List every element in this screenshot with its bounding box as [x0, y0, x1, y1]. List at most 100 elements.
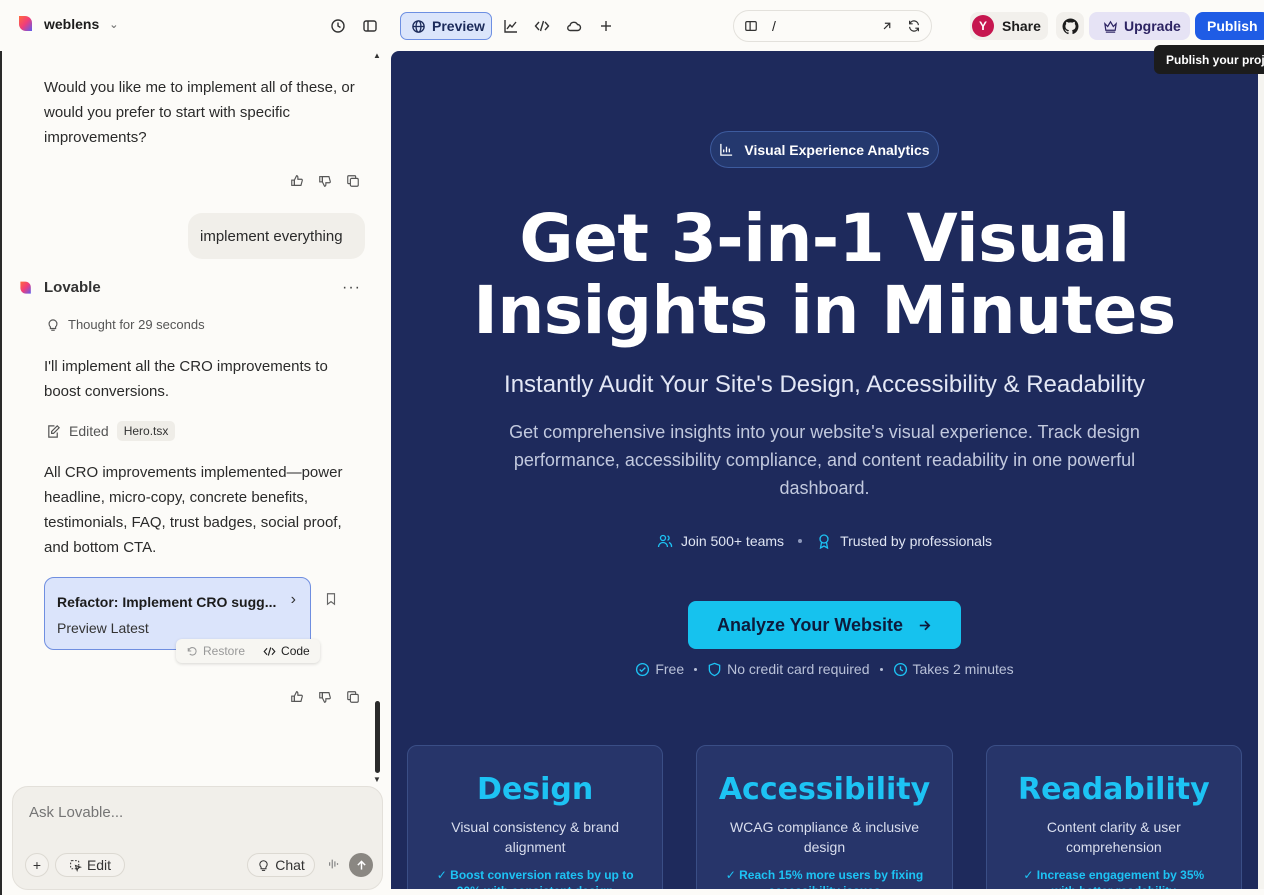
version-actions-popover: Restore Code	[176, 639, 320, 663]
thumbs-down-icon[interactable]	[318, 690, 332, 704]
trust-free-label: Free	[655, 661, 685, 677]
restore-button[interactable]: Restore	[176, 644, 245, 658]
thumbs-up-icon[interactable]	[290, 174, 304, 188]
thought-label: Thought for 29 seconds	[68, 317, 205, 332]
analytics-icon[interactable]	[497, 12, 525, 40]
lightbulb-icon	[259, 859, 268, 871]
copy-icon[interactable]	[346, 690, 360, 704]
feature-card-desc: Content clarity & user comprehension	[1046, 819, 1181, 855]
top-bar: weblens ⌄ Preview / Y Share Upgrade Publ	[0, 0, 1264, 74]
cloud-icon[interactable]	[560, 12, 588, 40]
assistant-author: Lovable	[18, 279, 101, 296]
code-view-icon[interactable]	[528, 12, 556, 40]
url-path[interactable]: /	[772, 18, 880, 34]
github-icon[interactable]	[1056, 12, 1084, 40]
code-button[interactable]: Code	[245, 644, 310, 658]
assistant-name: Lovable	[44, 279, 101, 296]
assistant-message: Would you like me to implement all of th…	[44, 79, 355, 146]
history-icon[interactable]	[324, 12, 352, 40]
device-icon[interactable]	[744, 19, 758, 33]
lightbulb-icon	[48, 318, 58, 331]
users-icon	[657, 534, 673, 548]
chat-mode-button[interactable]: Chat	[247, 853, 315, 877]
user-message: implement everything	[188, 213, 365, 259]
url-bar[interactable]: /	[733, 10, 932, 42]
share-button[interactable]: Y Share	[970, 12, 1048, 40]
refresh-icon[interactable]	[907, 19, 921, 33]
chat-panel: Would you like me to implement all of th…	[0, 51, 390, 895]
microphone-icon[interactable]	[327, 857, 341, 874]
thumbs-up-icon[interactable]	[290, 690, 304, 704]
feature-card-benefit: ✓ Reach 15% more users by fixing accessi…	[725, 868, 924, 889]
edit-label: Edit	[86, 857, 112, 873]
trust-row: Free No credit card required Takes 2 min…	[391, 661, 1258, 677]
feature-card: Accessibility WCAG compliance & inclusiv…	[696, 745, 953, 889]
feature-card-benefit: ✓ Boost conversion rates by up to 30% wi…	[436, 868, 634, 889]
thought-indicator[interactable]: Thought for 29 seconds	[46, 317, 205, 332]
social-teams: Join 500+ teams	[657, 533, 784, 549]
edited-indicator[interactable]: Edited Hero.tsx	[46, 421, 176, 441]
analyze-website-button[interactable]: Analyze Your Website	[688, 601, 961, 649]
chat-scrollbar[interactable]	[375, 701, 380, 773]
more-options-icon[interactable]: ···	[342, 279, 361, 297]
social-proof: Join 500+ teams Trusted by professionals	[391, 533, 1258, 549]
separator-dot	[798, 539, 803, 543]
chevron-right-icon: ›	[290, 591, 296, 608]
project-switcher[interactable]: weblens ⌄	[16, 14, 118, 34]
social-teams-label: Join 500+ teams	[680, 533, 785, 549]
upgrade-button[interactable]: Upgrade	[1089, 12, 1190, 40]
preview-scrollbar[interactable]	[1258, 51, 1264, 889]
file-chip[interactable]: Hero.tsx	[116, 421, 176, 441]
avatar[interactable]: Y	[972, 15, 994, 37]
share-label: Share	[1002, 18, 1041, 34]
arrow-up-icon	[356, 859, 366, 870]
code-icon	[263, 646, 276, 656]
arrow-right-icon	[919, 620, 931, 630]
thumbs-down-icon[interactable]	[318, 174, 332, 188]
add-icon[interactable]	[592, 12, 620, 40]
sidebar-toggle-icon[interactable]	[356, 12, 384, 40]
hero-headline-line2: Insights in Minutes	[473, 272, 1176, 349]
code-label: Code	[281, 644, 310, 658]
send-button[interactable]	[349, 853, 373, 877]
check-circle-icon	[636, 662, 650, 676]
trust-free: Free	[635, 661, 684, 677]
hero-description: Get comprehensive insights into your web…	[509, 422, 1140, 498]
shield-icon	[708, 662, 721, 676]
chevron-down-icon: ⌄	[109, 18, 119, 31]
open-external-icon[interactable]	[880, 20, 893, 33]
scroll-up-arrow[interactable]: ▲	[373, 51, 381, 60]
trust-time-label: Takes 2 minutes	[912, 661, 1014, 677]
preview-label: Preview	[432, 18, 485, 34]
hero-badge: Visual Experience Analytics	[710, 131, 939, 168]
edited-label: Edited	[69, 423, 109, 439]
preview-tab-button[interactable]: Preview	[400, 12, 492, 40]
trust-no-card-label: No credit card required	[727, 661, 870, 677]
chat-label: Chat	[275, 857, 305, 873]
chat-input[interactable]	[29, 804, 329, 821]
message-actions	[290, 690, 360, 704]
publish-label: Publish	[1207, 18, 1258, 34]
bookmark-icon[interactable]	[324, 592, 338, 611]
copy-icon[interactable]	[346, 174, 360, 188]
trust-no-card: No credit card required	[707, 661, 870, 677]
hero-headline-line1: Get 3-in-1 Visual	[519, 200, 1130, 277]
clock-icon	[893, 662, 907, 676]
scroll-down-arrow[interactable]: ▼	[373, 775, 381, 784]
publish-button[interactable]: Publish	[1195, 12, 1264, 40]
social-trusted: Trusted by professionals	[816, 533, 992, 549]
user-message-text: implement everything	[200, 227, 343, 245]
feature-card-title: Accessibility	[718, 772, 931, 807]
globe-icon	[412, 19, 425, 33]
feature-card-title: Design	[477, 772, 594, 807]
attach-icon[interactable]: +	[25, 853, 49, 877]
feature-card: Readability Content clarity & user compr…	[985, 745, 1242, 889]
feature-card-benefit: ✓ Increase engagement by 35% with better…	[1023, 868, 1205, 889]
award-icon	[819, 534, 829, 549]
bar-chart-icon	[720, 143, 733, 156]
feature-card-desc: WCAG compliance & inclusive design	[729, 819, 920, 855]
edit-mode-button[interactable]: Edit	[55, 853, 125, 877]
assistant-summary: All CRO improvements implemented—power h…	[44, 464, 343, 556]
restore-label: Restore	[203, 644, 246, 658]
version-subtitle: Preview Latest	[57, 620, 149, 636]
